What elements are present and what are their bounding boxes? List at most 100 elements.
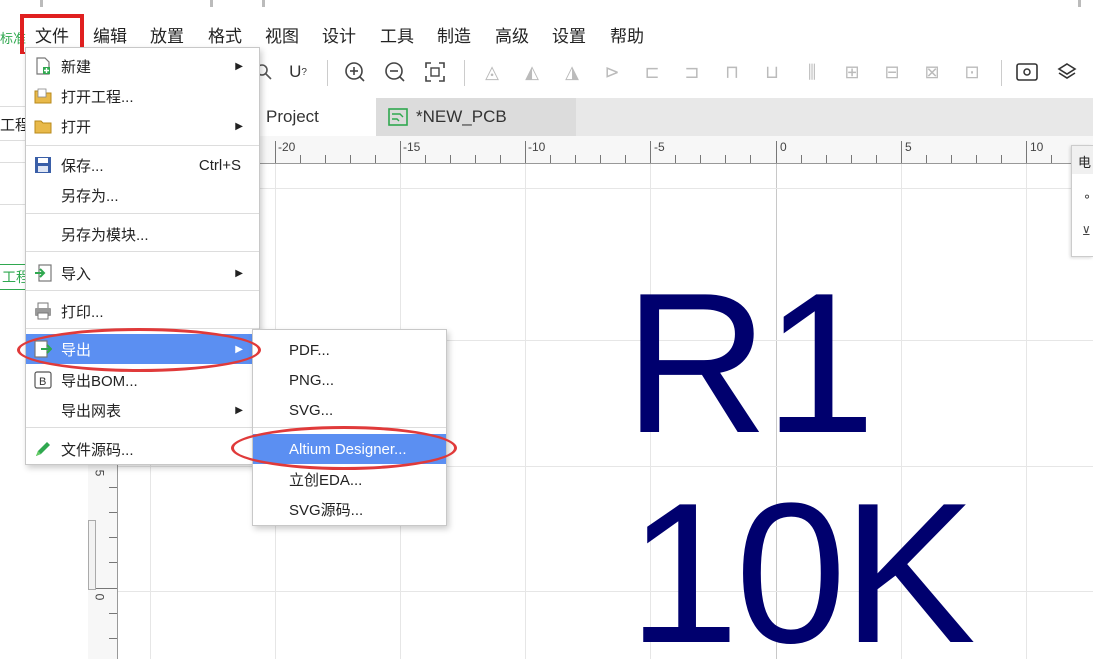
menu-label: 打开: [61, 118, 92, 136]
distribute-horizontal-icon[interactable]: ⊟: [880, 60, 904, 84]
filter-icon[interactable]: ⊻: [1082, 224, 1091, 238]
toolbar-separator: [464, 60, 465, 86]
rotate-right-icon[interactable]: ◭: [520, 60, 544, 84]
menu-advanced[interactable]: 高级: [495, 22, 529, 47]
menu-help[interactable]: 帮助: [610, 22, 644, 47]
panel-collapse-handle[interactable]: [88, 520, 96, 590]
menu-item-open-project[interactable]: 打开工程...: [26, 81, 259, 111]
menu-label: 另存为...: [61, 187, 119, 205]
menu-label: 导出网表: [61, 402, 122, 420]
menu-item-export-netlist[interactable]: 导出网表 ▶: [26, 395, 259, 425]
align-grid-icon[interactable]: ⊡: [960, 60, 984, 84]
menu-place[interactable]: 放置: [150, 22, 184, 47]
menu-item-export-pdf[interactable]: PDF...: [253, 335, 446, 365]
menu-format[interactable]: 格式: [208, 22, 242, 47]
layers-icon[interactable]: [1055, 60, 1079, 84]
export-highlight-ellipse: [17, 328, 261, 372]
ruler-label: 0: [780, 140, 787, 154]
ruler-tick: [650, 141, 651, 163]
import-icon: [34, 264, 52, 282]
menu-settings[interactable]: 设置: [552, 22, 586, 47]
fit-view-icon[interactable]: [423, 60, 447, 84]
menu-tools[interactable]: 工具: [380, 22, 414, 47]
menu-item-save[interactable]: 保存... Ctrl+S: [26, 150, 259, 180]
menu-label: 另存为模块...: [61, 226, 149, 244]
rotate-left-icon[interactable]: ◬: [480, 60, 504, 84]
bom-icon: B: [34, 371, 52, 389]
submenu-arrow-icon: ▶: [235, 404, 243, 416]
ruler-label: 10: [1030, 140, 1044, 154]
menu-item-new[interactable]: 新建 ▶: [26, 51, 259, 81]
menu-shortcut: Ctrl+S: [198, 156, 241, 174]
ruler-label: 0: [92, 593, 107, 601]
menu-item-export-png[interactable]: PNG...: [253, 365, 446, 395]
align-top-icon[interactable]: ⊓: [720, 60, 744, 84]
open-project-icon: [34, 87, 52, 105]
zoom-in-icon[interactable]: [343, 60, 367, 84]
menu-label: SVG源码...: [289, 501, 364, 519]
menu-design[interactable]: 设计: [322, 22, 356, 47]
ruler-tick: [575, 155, 576, 163]
menu-label: SVG...: [289, 401, 334, 419]
ruler-tick: [750, 155, 751, 163]
submenu-arrow-icon: ▶: [235, 120, 243, 132]
menu-label: PNG...: [289, 371, 335, 389]
board-view-icon[interactable]: [1015, 60, 1039, 84]
ruler-tick: [500, 155, 501, 163]
toolbar-separator: [1001, 60, 1002, 86]
ruler-tick: [625, 155, 626, 163]
menu-separator: [26, 290, 259, 291]
ruler-tick: [826, 155, 827, 163]
menu-separator: [26, 213, 259, 214]
flip-horizontal-icon[interactable]: ◮: [560, 60, 584, 84]
pcb-icon: [388, 108, 408, 126]
flip-vertical-icon[interactable]: ⊳: [600, 60, 624, 84]
submenu-arrow-icon: ▶: [235, 267, 243, 279]
menu-separator: [26, 251, 259, 252]
ruler-tick: [776, 141, 777, 163]
align-left-icon[interactable]: ⊏: [640, 60, 664, 84]
ruler-tick: [876, 155, 877, 163]
grid-line: [1026, 136, 1027, 659]
menu-label: 打印...: [61, 303, 104, 321]
tab-project[interactable]: Project: [258, 98, 376, 136]
ruler-tick: [525, 141, 526, 163]
menu-item-save-as-module[interactable]: 另存为模块...: [26, 219, 259, 249]
ruler-tick: [375, 155, 376, 163]
distribute-vertical-icon[interactable]: ⊠: [920, 60, 944, 84]
tab-new-pcb[interactable]: *NEW_PCB: [376, 98, 576, 136]
file-menu-dropdown: 新建 ▶ 打开工程... 打开 ▶ 保存... Ctrl+S 另存为... 另存…: [25, 47, 260, 465]
menu-item-export-svg[interactable]: SVG...: [253, 395, 446, 425]
right-properties-panel: 电 ⚬ ⊻: [1071, 145, 1093, 257]
toolbar-separator: [327, 60, 328, 86]
menu-edit[interactable]: 编辑: [93, 22, 127, 47]
ruler-tick: [1001, 155, 1002, 163]
align-bottom-icon[interactable]: ⊔: [760, 60, 784, 84]
zoom-out-icon[interactable]: [383, 60, 407, 84]
ruler-label: -15: [403, 140, 421, 154]
menu-view[interactable]: 视图: [265, 22, 299, 47]
designator-text[interactable]: R1: [624, 264, 876, 464]
menu-fabrication[interactable]: 制造: [437, 22, 471, 47]
unit-icon[interactable]: U?: [286, 60, 310, 84]
ruler-tick: [350, 155, 351, 163]
menu-item-import[interactable]: 导入 ▶: [26, 258, 259, 288]
grid-line: [525, 136, 526, 659]
ruler-label: -10: [528, 140, 546, 154]
ruler-tick: [1026, 141, 1027, 163]
menu-label: 导入: [61, 265, 92, 283]
top-strip: [0, 0, 1093, 8]
menu-item-open[interactable]: 打开 ▶: [26, 111, 259, 141]
menu-item-file-source[interactable]: 文件源码...: [26, 434, 259, 464]
align-center-horizontal-icon[interactable]: ⊞: [840, 60, 864, 84]
menu-item-export-svg-source[interactable]: SVG源码...: [253, 494, 446, 524]
right-panel-header[interactable]: 电: [1072, 146, 1093, 174]
link-icon[interactable]: ⚬: [1082, 190, 1092, 204]
menu-item-print[interactable]: 打印...: [26, 296, 259, 326]
align-right-icon[interactable]: ⊐: [680, 60, 704, 84]
align-center-vertical-icon[interactable]: ⫼: [800, 60, 824, 84]
value-text[interactable]: 10K: [628, 474, 976, 659]
menu-label: PDF...: [289, 341, 330, 359]
strip-mark: [1078, 0, 1081, 7]
menu-item-save-as[interactable]: 另存为...: [26, 180, 259, 210]
